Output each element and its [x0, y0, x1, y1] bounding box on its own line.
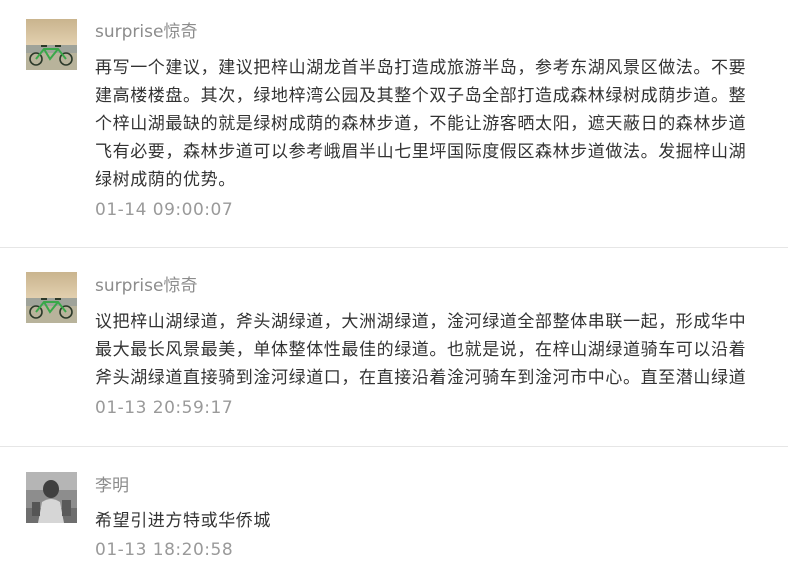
comment-line: 绿树成荫的优势。: [95, 170, 236, 190]
comment-item: 李明 希望引进方特或华侨城 01-13 18:20:58: [0, 448, 788, 581]
comment-text: 再写一个建议，建议把梓山湖龙首半岛打造成旅游半岛，参考东湖风景区做法。不要 建高…: [95, 54, 750, 194]
timestamp: 01-13 20:59:17: [95, 398, 234, 418]
comment-line: 斧头湖绿道直接骑到淦河绿道口，在直接沿着淦河骑车到淦河市中心。直至潜山绿道: [95, 368, 747, 388]
username[interactable]: surprise惊奇: [95, 275, 197, 297]
comment-item: surprise惊奇 议把梓山湖绿道，斧头湖绿道，大洲湖绿道，淦河绿道全部整体串…: [0, 249, 788, 447]
comment-text: 希望引进方特或华侨城: [95, 507, 750, 535]
comment-line: 最大最长风景最美，单体整体性最佳的绿道。也就是说，在梓山湖绿道骑车可以沿着: [95, 340, 747, 360]
tandem-bicycle-lake-avatar-icon: [26, 19, 77, 70]
timestamp: 01-13 18:20:58: [95, 540, 234, 560]
tandem-bicycle-lake-avatar-icon: [26, 272, 77, 323]
timestamp: 01-14 09:00:07: [95, 200, 234, 220]
comment-line: 再写一个建议，建议把梓山湖龙首半岛打造成旅游半岛，参考东湖风景区做法。不要: [95, 58, 747, 78]
avatar[interactable]: [26, 272, 77, 323]
avatar[interactable]: [26, 472, 77, 523]
comment-line: 个梓山湖最缺的就是绿树成荫的森林步道，不能让游客晒太阳，遮天蔽日的森林步道: [95, 114, 747, 134]
username[interactable]: surprise惊奇: [95, 21, 197, 43]
comment-line: 希望引进方特或华侨城: [95, 511, 271, 531]
comment-line: 建高楼楼盘。其次，绿地梓湾公园及其整个双子岛全部打造成森林绿树成荫步道。整: [95, 86, 747, 106]
comment-list: surprise惊奇 再写一个建议，建议把梓山湖龙首半岛打造成旅游半岛，参考东湖…: [0, 0, 788, 581]
comment-item: surprise惊奇 再写一个建议，建议把梓山湖龙首半岛打造成旅游半岛，参考东湖…: [0, 0, 788, 248]
comment-line: 飞有必要，森林步道可以参考峨眉半山七里坪国际度假区森林步道做法。发掘梓山湖: [95, 142, 747, 162]
comment-line: 议把梓山湖绿道，斧头湖绿道，大洲湖绿道，淦河绿道全部整体串联一起，形成华中: [95, 312, 747, 332]
child-photo-avatar-icon: [26, 472, 77, 523]
username[interactable]: 李明: [95, 475, 129, 497]
avatar[interactable]: [26, 19, 77, 70]
comment-text: 议把梓山湖绿道，斧头湖绿道，大洲湖绿道，淦河绿道全部整体串联一起，形成华中 最大…: [95, 308, 750, 392]
